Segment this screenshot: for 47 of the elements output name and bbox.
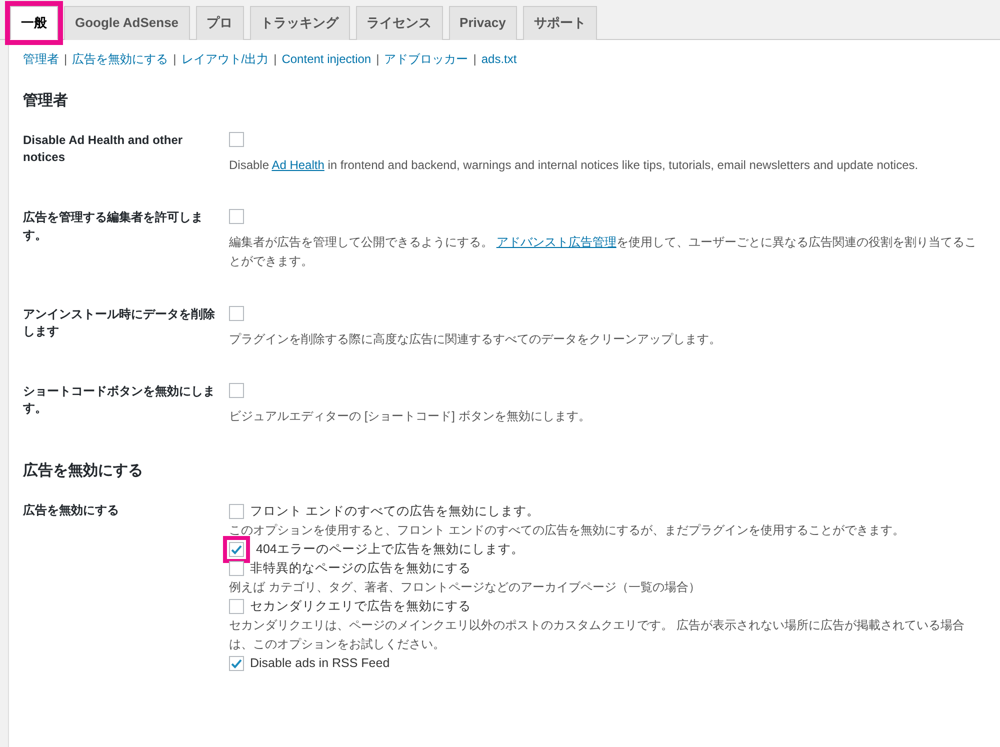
tab[interactable]: Google AdSense (64, 6, 190, 40)
separator: | (274, 50, 277, 68)
help-link[interactable]: Ad Health (272, 158, 324, 172)
tab[interactable]: ライセンス (356, 6, 443, 40)
checkbox[interactable] (229, 209, 244, 224)
checkbox[interactable] (229, 542, 244, 558)
checkbox[interactable] (229, 504, 244, 520)
section-heading: 広告を無効にする (23, 460, 144, 481)
option-label: セカンダリクエリで広告を無効にする (250, 598, 471, 616)
section-link[interactable]: 管理者 (23, 50, 59, 68)
option-label: Disable ads in RSS Feed (250, 655, 390, 672)
option-label: 404エラーのページ上で広告を無効にします。 (256, 541, 524, 558)
checkbox[interactable] (229, 132, 244, 147)
setting-label: Disable Ad Health and other notices (23, 132, 184, 166)
tab[interactable]: Privacy (448, 6, 517, 40)
help-link[interactable]: アドバンスト広告管理 (496, 235, 616, 250)
section-link[interactable]: レイアウト/出力 (181, 50, 269, 68)
separator: | (173, 50, 176, 68)
checkbox[interactable] (229, 656, 244, 672)
option-description: 例えば カテゴリ、タグ、著者、フロントページなどのアーカイブページ（一覧の場合） (229, 578, 702, 596)
section-heading: 管理者 (23, 90, 69, 110)
setting-label: アンインストール時にデータを削除します (23, 306, 216, 340)
setting-description: プラグインを削除する際に高度な広告に関連するすべてのデータをクリーンアップします。 (229, 330, 722, 348)
tab[interactable]: サポート (522, 6, 597, 40)
option-description: セカンダリクエリは、ページのメインクエリ以外のポストのカスタムクエリです。 広告が表示されない場所に広告が掲載されている場合は、このオプションをお試しください。 (229, 616, 966, 653)
option-label: 非特異的なページの広告を無効にする (250, 560, 471, 578)
separator: | (64, 50, 68, 68)
checkbox[interactable] (229, 561, 244, 576)
section-link[interactable]: ads.txt (481, 50, 517, 68)
section-link[interactable]: 広告を無効にする (72, 50, 168, 68)
option-label: フロント エンドのすべての広告を無効にします。 (250, 503, 540, 520)
tab[interactable]: プロ (196, 6, 244, 40)
setting-label: ショートコードボタンを無効にします。 (23, 382, 216, 418)
setting-label: 広告を管理する編集者を許可します。 (23, 209, 204, 244)
setting-label: 広告を無効にする (23, 502, 120, 520)
checkbox[interactable] (229, 598, 244, 614)
option-description: このオプションを使用すると、フロント エンドのすべての広告を無効にするが、まだプラグインを使用することができます。 (229, 522, 906, 540)
setting-description: Disable Ad Health in frontend and backend, warnings and internal notices like tips, tutorials, email newsletters and update notices. (229, 157, 920, 174)
separator: | (376, 50, 380, 68)
section-link[interactable]: Content injection (282, 50, 372, 68)
section-link[interactable]: アドブロッカー (384, 50, 468, 68)
setting-description: ビジュアルエディターの [ショートコード] ボタンを無効にします。 (229, 408, 592, 425)
setting-description: 編集者が広告を管理して公開できるようにする。 アドバンスト広告管理を使用して、ユーザーごとに異なる広告関連の役割を割り当てることができます。 (229, 234, 978, 270)
separator: | (473, 50, 476, 68)
tab[interactable]: トラッキング (250, 6, 350, 40)
checkbox[interactable] (229, 382, 244, 398)
checkbox[interactable] (229, 306, 244, 321)
